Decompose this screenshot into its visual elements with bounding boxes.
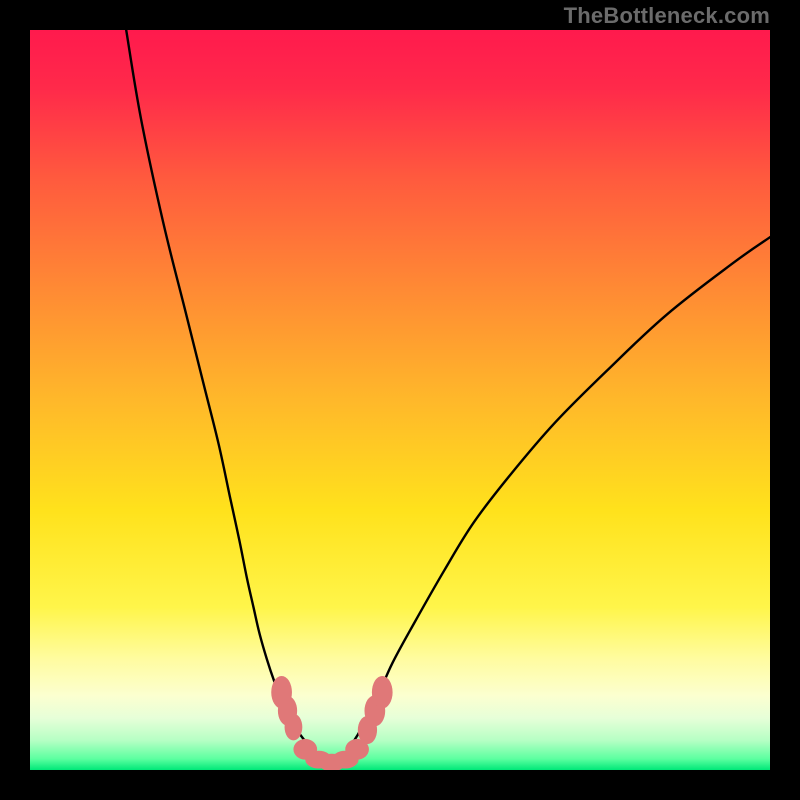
curves-layer (30, 30, 770, 770)
chart-frame: TheBottleneck.com (0, 0, 800, 800)
data-marker (285, 714, 303, 741)
marker-group (271, 676, 392, 770)
plot-area (30, 30, 770, 770)
curve-left-branch (126, 30, 318, 759)
data-marker (372, 676, 393, 709)
watermark-text: TheBottleneck.com (564, 3, 770, 29)
curve-right-branch (341, 237, 770, 759)
